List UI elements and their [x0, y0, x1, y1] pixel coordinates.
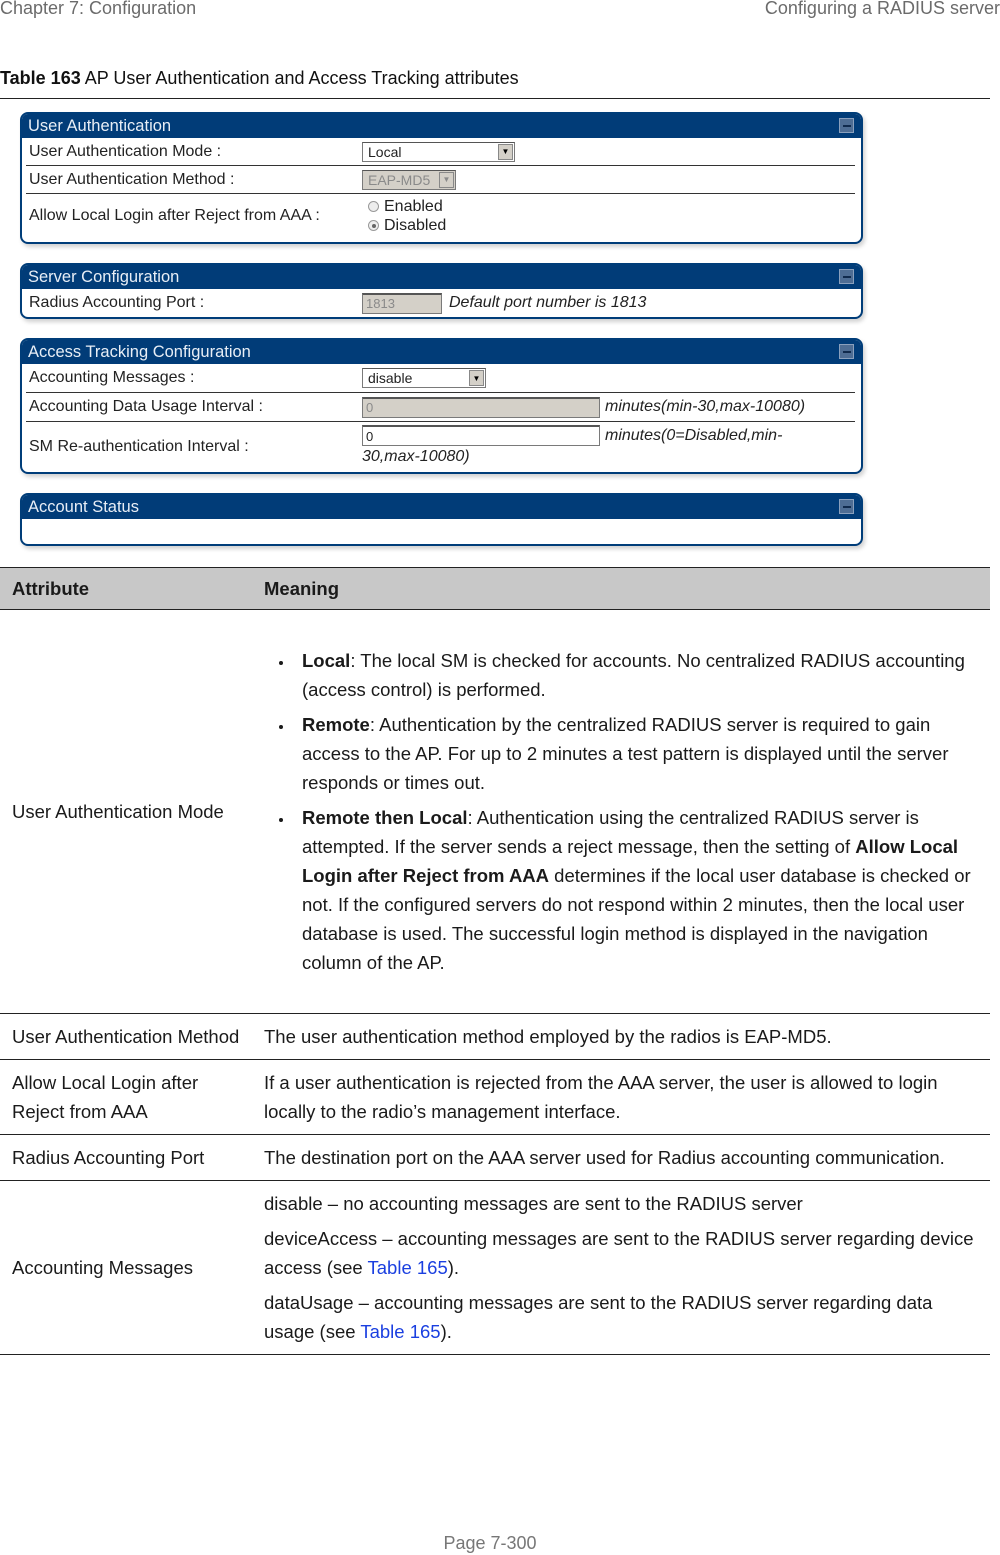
table-row: User Authentication Mode Local: The loca… — [0, 609, 990, 1014]
access-tracking-panel: Access Tracking Configuration Accounting… — [20, 338, 863, 474]
user-auth-method-select[interactable]: EAP-MD5 ▼ — [362, 169, 456, 190]
allow-local-login-label: Allow Local Login after Reject from AAA … — [29, 207, 320, 224]
list-item: Remote: Authentication by the centralize… — [294, 710, 978, 797]
chevron-down-icon: ▼ — [498, 143, 513, 160]
panel-title-text: Access Tracking Configuration — [28, 343, 251, 361]
accounting-messages-label: Accounting Messages : — [29, 369, 195, 386]
table-row: Accounting Messages disable – no account… — [0, 1180, 990, 1355]
paragraph: disable – no accounting messages are sen… — [264, 1189, 978, 1218]
accounting-data-usage-row: Accounting Data Usage Interval : 0 minut… — [22, 393, 861, 421]
table-165-link[interactable]: Table 165 — [368, 1257, 448, 1278]
meaning-cell: If a user authentication is rejected fro… — [252, 1059, 990, 1135]
section-header: Configuring a RADIUS server — [764, 0, 1000, 18]
list-item: Remote then Local: Authentication using … — [294, 803, 978, 977]
panel-title: User Authentication — [22, 114, 861, 138]
accounting-messages-row: Accounting Messages : disable ▼ — [22, 364, 861, 392]
user-auth-method-value: EAP-MD5 — [368, 171, 431, 188]
chevron-down-icon: ▼ — [469, 370, 484, 386]
user-auth-mode-row: User Authentication Mode : Local ▼ — [22, 138, 861, 165]
sm-reauth-label: SM Re-authentication Interval : — [29, 438, 249, 455]
user-auth-mode-label: User Authentication Mode : — [29, 142, 222, 160]
table-row: Radius Accounting Port The destination p… — [0, 1134, 990, 1181]
attribute-cell: Radius Accounting Port — [0, 1134, 252, 1181]
description: : Authentication by the centralized RADI… — [302, 714, 949, 793]
paragraph-text: ). — [447, 1257, 460, 1278]
reauth-hint-continued: 30,max-10080) — [362, 448, 470, 465]
radio-disabled-label: Disabled — [384, 217, 447, 234]
panel-title-text: User Authentication — [28, 117, 172, 135]
paragraph: dataUsage – accounting messages are sent… — [264, 1288, 978, 1346]
table-row: Allow Local Login after Reject from AAA … — [0, 1059, 990, 1135]
minimize-icon[interactable] — [839, 269, 854, 284]
panel-title-text: Server Configuration — [28, 268, 180, 286]
meaning-cell: The destination port on the AAA server u… — [252, 1134, 990, 1181]
attribute-cell: Accounting Messages — [0, 1180, 252, 1355]
description: : The local SM is checked for accounts. … — [302, 650, 965, 700]
term: Remote then Local — [302, 807, 468, 828]
sm-reauth-row: SM Re-authentication Interval : 0 minute… — [22, 422, 861, 472]
paragraph-text: ). — [440, 1321, 452, 1342]
meaning-cell: Local: The local SM is checked for accou… — [252, 609, 990, 1014]
minimize-icon[interactable] — [839, 344, 854, 359]
table-row: User Authentication Method The user auth… — [0, 1013, 990, 1060]
mode-options-list: Local: The local SM is checked for accou… — [264, 646, 978, 977]
user-authentication-panel: User Authentication User Authentication … — [20, 112, 863, 244]
server-configuration-panel: Server Configuration Radius Accounting P… — [20, 263, 863, 319]
caption-divider — [0, 98, 990, 99]
attribute-cell: Allow Local Login after Reject from AAA — [0, 1059, 252, 1135]
user-auth-method-label: User Authentication Method : — [29, 170, 235, 188]
accounting-data-usage-input[interactable]: 0 — [362, 396, 600, 418]
radio-enabled[interactable]: Enabled — [368, 197, 443, 216]
meaning-cell: disable – no accounting messages are sen… — [252, 1180, 990, 1355]
paragraph-text: disable – no accounting messages are sen… — [264, 1193, 803, 1214]
paragraph: deviceAccess – accounting messages are s… — [264, 1224, 978, 1282]
sm-reauth-input[interactable]: 0 — [362, 425, 600, 446]
table-caption: Table 163 AP User Authentication and Acc… — [0, 68, 519, 89]
radio-enabled-label: Enabled — [384, 198, 443, 215]
caption-text: AP User Authentication and Access Tracki… — [80, 68, 519, 88]
radio-button-selected-icon — [368, 220, 379, 231]
user-auth-mode-value: Local — [368, 143, 402, 160]
panel-title: Account Status — [22, 495, 861, 519]
table-165-link[interactable]: Table 165 — [360, 1321, 440, 1342]
radius-accounting-port-row: Radius Accounting Port : 1813 Default po… — [22, 289, 861, 317]
page-number: Page 7-300 — [443, 1533, 537, 1553]
user-auth-method-row: User Authentication Method : EAP-MD5 ▼ — [22, 166, 861, 193]
meaning-cell: The user authentication method employed … — [252, 1013, 990, 1060]
port-hint: Default port number is 1813 — [449, 294, 647, 311]
panel-title-text: Account Status — [28, 498, 139, 516]
panel-title: Server Configuration — [22, 265, 861, 289]
accounting-messages-value: disable — [368, 370, 413, 386]
attribute-cell: User Authentication Method — [0, 1013, 252, 1060]
reauth-hint: minutes(0=Disabled,min- — [605, 426, 783, 444]
radius-accounting-port-label: Radius Accounting Port : — [29, 294, 205, 311]
table-header-row: Attribute Meaning — [0, 567, 990, 610]
caption-label: Table 163 — [0, 68, 81, 88]
minimize-icon[interactable] — [839, 118, 854, 133]
allow-local-login-row: Allow Local Login after Reject from AAA … — [22, 194, 861, 238]
column-header-attribute: Attribute — [0, 567, 252, 610]
accounting-data-usage-label: Accounting Data Usage Interval : — [29, 398, 263, 415]
attributes-table: Attribute Meaning User Authentication Mo… — [0, 567, 990, 1355]
account-status-panel: Account Status — [20, 493, 863, 546]
term: Local — [302, 650, 351, 671]
radio-button-icon — [368, 201, 379, 212]
radius-accounting-port-input[interactable]: 1813 — [362, 292, 442, 314]
term: Remote — [302, 714, 370, 735]
column-header-meaning: Meaning — [252, 567, 990, 610]
chapter-header: Chapter 7: Configuration — [0, 0, 197, 18]
usage-hint: minutes(min-30,max-10080) — [605, 398, 806, 415]
attribute-cell: User Authentication Mode — [0, 609, 252, 1014]
radio-disabled[interactable]: Disabled — [368, 216, 446, 235]
list-item: Local: The local SM is checked for accou… — [294, 646, 978, 704]
chevron-down-icon: ▼ — [439, 171, 454, 188]
panel-title: Access Tracking Configuration — [22, 340, 861, 364]
user-auth-mode-select[interactable]: Local ▼ — [362, 141, 515, 162]
accounting-messages-select[interactable]: disable ▼ — [362, 368, 486, 388]
minimize-icon[interactable] — [839, 499, 854, 514]
